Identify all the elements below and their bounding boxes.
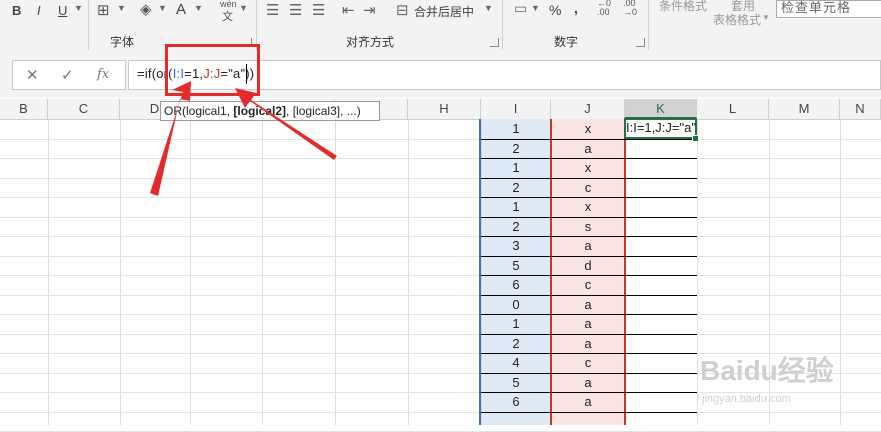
arrow-right-icon [235, 88, 337, 160]
watermark-brand: Baidu经验 [700, 354, 834, 386]
watermark-url: jingyan.baidu.com [701, 393, 791, 405]
baidu-watermark: Baidu经验 jingyan.baidu.com [700, 354, 834, 405]
arrow-left-icon [150, 81, 191, 196]
